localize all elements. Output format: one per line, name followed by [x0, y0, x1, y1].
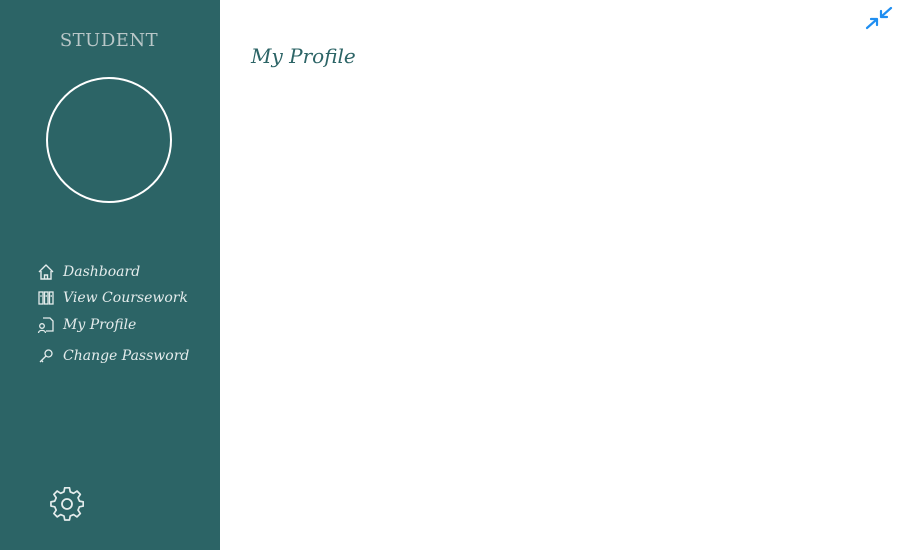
key-icon	[37, 347, 55, 365]
profile-icon	[37, 316, 55, 334]
page-title: My Profile	[251, 44, 356, 68]
sidebar-item-label: Change Password	[63, 348, 190, 364]
sidebar-item-label: My Profile	[63, 317, 137, 333]
role-title: STUDENT	[59, 30, 159, 51]
coursework-icon	[37, 289, 55, 307]
sidebar-item-label: Dashboard	[63, 264, 141, 280]
sidebar-item-my-profile[interactable]: My Profile	[37, 315, 136, 335]
sidebar-item-change-password[interactable]: Change Password	[37, 346, 189, 366]
collapse-arrows-icon[interactable]	[865, 5, 893, 31]
main-content: My Profile	[220, 0, 900, 550]
sidebar-item-label: View Coursework	[63, 290, 188, 306]
sidebar-item-view-coursework[interactable]: View Coursework	[37, 288, 188, 308]
app-window: STUDENT Dashboard View Coursework My Pro…	[0, 0, 900, 550]
home-icon	[37, 263, 55, 281]
sidebar-item-dashboard[interactable]: Dashboard	[37, 262, 140, 282]
sidebar: STUDENT Dashboard View Coursework My Pro…	[0, 0, 220, 550]
avatar[interactable]	[46, 77, 172, 203]
gear-icon[interactable]	[50, 486, 85, 521]
